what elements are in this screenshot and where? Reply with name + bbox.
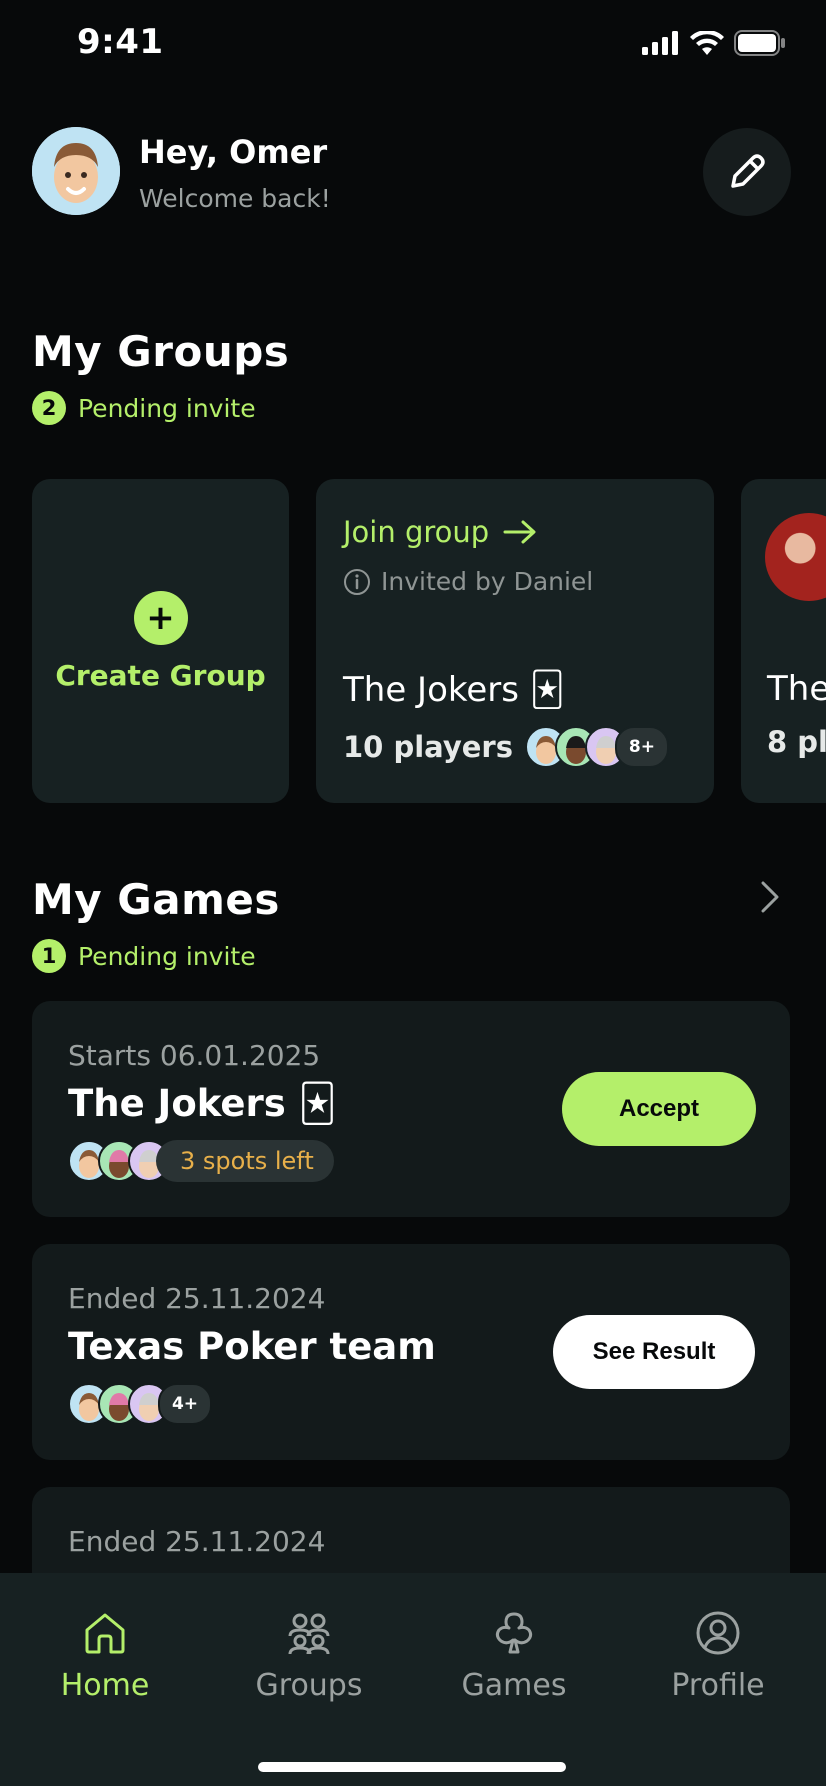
signal-icon <box>642 31 678 55</box>
member-avatars: 4+ <box>68 1383 212 1425</box>
join-group-link[interactable]: Join group <box>343 515 537 549</box>
status-icons <box>642 30 786 56</box>
wifi-icon <box>690 31 724 55</box>
invited-by: Invited by Daniel <box>343 567 593 596</box>
tab-home[interactable]: Home <box>30 1610 180 1703</box>
status-time: 9:41 <box>77 22 164 62</box>
accept-button[interactable]: Accept <box>562 1072 756 1146</box>
tab-groups-label: Groups <box>255 1668 363 1703</box>
welcome-subtitle: Welcome back! <box>139 184 331 213</box>
pencil-icon <box>731 154 765 188</box>
tab-home-label: Home <box>60 1668 150 1703</box>
member-avatars: 8+ <box>524 726 669 768</box>
game-date: Starts 06.01.2025 <box>68 1039 321 1072</box>
game-date: Ended 25.11.2024 <box>68 1282 326 1315</box>
memoji-avatar-icon <box>32 127 120 215</box>
avatar[interactable] <box>32 127 120 215</box>
home-icon <box>85 1613 125 1654</box>
profile-icon <box>696 1611 740 1655</box>
see-result-button[interactable]: See Result <box>553 1315 755 1389</box>
chevron-right-icon[interactable] <box>755 880 785 918</box>
join-group-label: Join group <box>343 515 490 549</box>
create-group-card[interactable]: + Create Group <box>32 479 289 803</box>
tab-profile[interactable]: Profile <box>643 1610 793 1703</box>
home-indicator[interactable] <box>258 1762 566 1772</box>
more-members-badge: 4+ <box>158 1383 212 1425</box>
club-icon <box>495 1612 533 1654</box>
game-players: 3 spots left <box>68 1140 334 1182</box>
invited-by-text: Invited by Daniel <box>381 567 594 596</box>
group-name: The <box>767 669 826 709</box>
greeting: Hey, Omer <box>139 133 328 171</box>
groups-pending-invite[interactable]: 2 Pending invite <box>32 391 256 425</box>
groups-icon <box>288 1613 330 1655</box>
pending-count-badge: 1 <box>32 939 66 973</box>
info-icon <box>344 568 370 595</box>
game-name: The Jokers 🃏 <box>68 1082 337 1125</box>
games-pending-invite[interactable]: 1 Pending invite <box>32 939 256 973</box>
games-section-title: My Games <box>32 875 280 924</box>
member-avatars <box>68 1140 170 1182</box>
arrow-right-icon <box>503 520 536 544</box>
game-players: 4+ <box>68 1383 212 1425</box>
tab-groups[interactable]: Groups <box>234 1610 384 1703</box>
spots-left-badge: 3 spots left <box>156 1140 334 1182</box>
tab-profile-label: Profile <box>671 1668 765 1703</box>
players-count: 10 players <box>343 730 513 764</box>
group-image <box>765 513 826 601</box>
create-group-label: Create Group <box>55 658 266 692</box>
group-players: 10 players 8+ <box>343 726 669 768</box>
groups-section-title: My Groups <box>32 327 290 376</box>
plus-icon: + <box>133 590 188 645</box>
pending-label: Pending invite <box>78 393 256 423</box>
pending-label: Pending invite <box>78 941 256 971</box>
battery-icon <box>734 30 785 56</box>
game-name: Texas Poker team <box>68 1325 436 1368</box>
tab-games-label: Games <box>461 1668 567 1703</box>
more-members-badge: 8+ <box>614 726 669 768</box>
game-date: Ended 25.11.2024 <box>68 1525 326 1558</box>
tab-games[interactable]: Games <box>439 1610 589 1703</box>
pending-count-badge: 2 <box>32 391 66 425</box>
edit-button[interactable] <box>703 128 791 216</box>
players-count: 8 pla <box>767 725 826 759</box>
group-card-partial[interactable]: The 8 pla <box>741 479 826 803</box>
group-name: The Jokers 🃏 <box>343 670 565 710</box>
